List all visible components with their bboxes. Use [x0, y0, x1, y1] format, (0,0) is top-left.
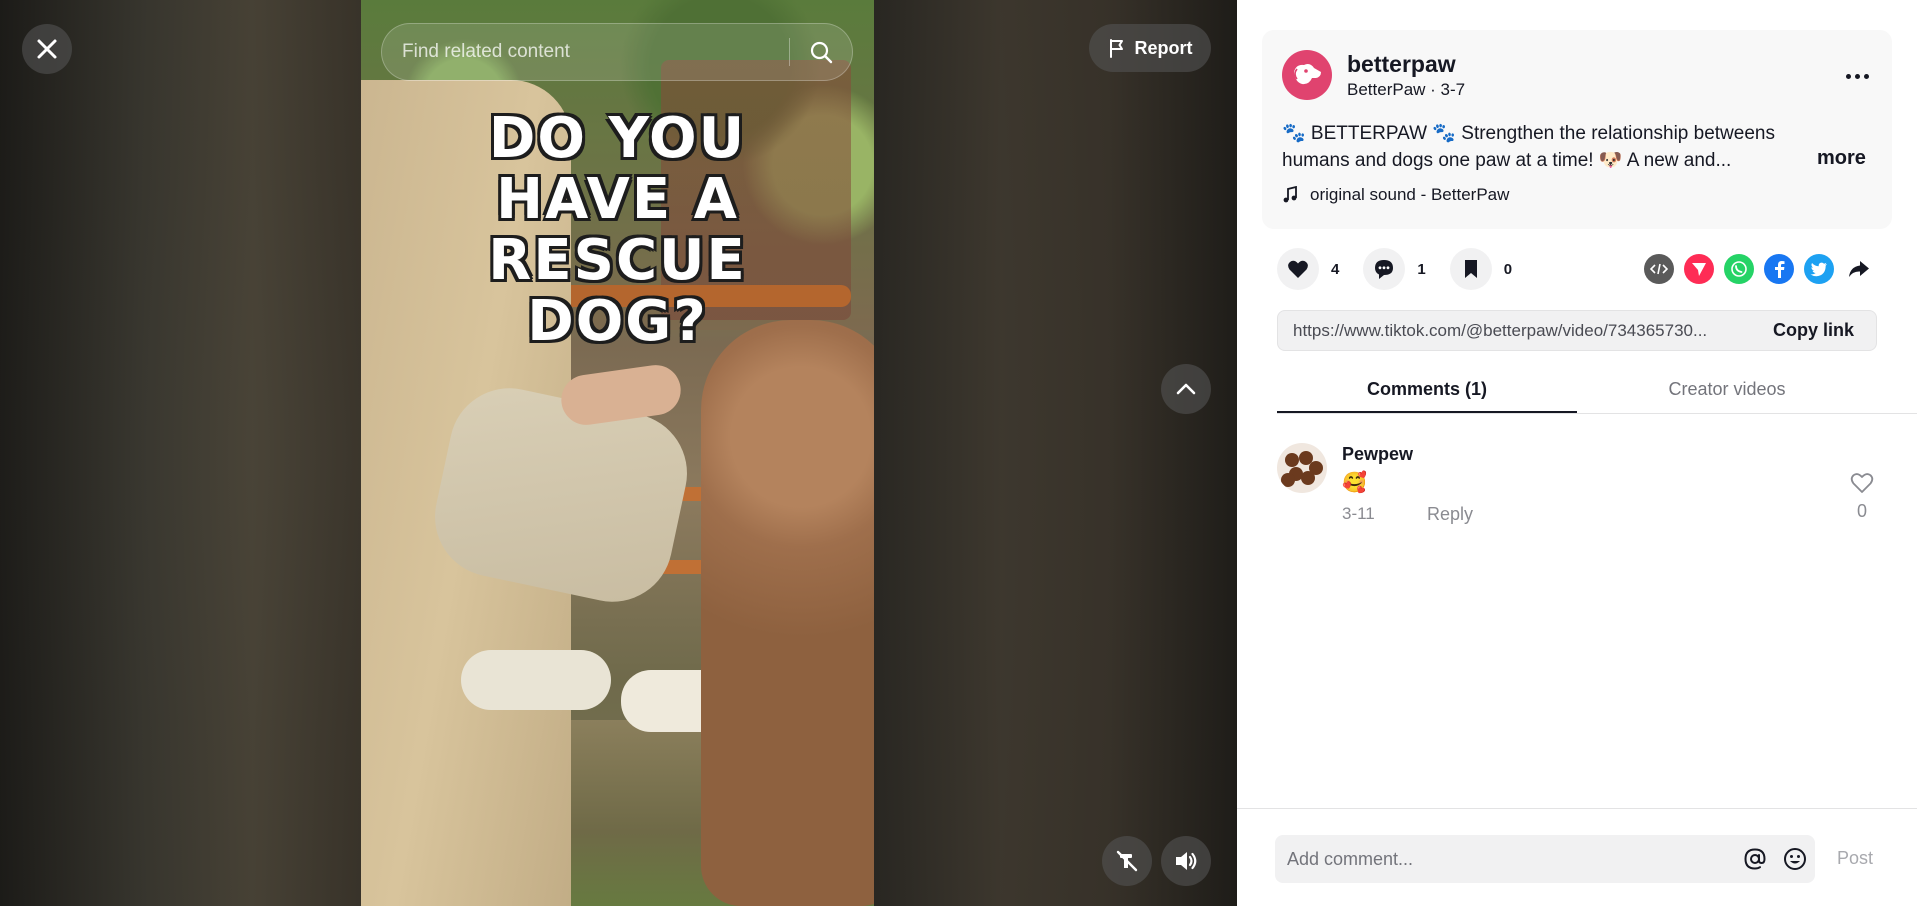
share-icons	[1644, 254, 1874, 284]
blurred-background-left	[0, 0, 361, 906]
details-panel: betterpaw BetterPaw · 3-7 🐾 BETTERPAW 🐾 …	[1237, 0, 1917, 906]
dot-icon	[1845, 73, 1851, 79]
video-player[interactable]: DO YOU HAVE A RESCUE DOG?	[361, 0, 874, 906]
dot-icon	[1854, 73, 1860, 79]
commenter-avatar[interactable]	[1277, 443, 1327, 493]
caption-line: RESCUE	[488, 228, 747, 293]
post-button[interactable]: Post	[1837, 848, 1873, 869]
tab-creator-videos[interactable]: Creator videos	[1577, 364, 1877, 413]
close-icon	[37, 39, 57, 59]
code-icon	[1650, 263, 1668, 275]
blurred-background-right	[874, 0, 1237, 906]
engagement-actions: 4 1 0	[1277, 248, 1536, 290]
search-button[interactable]	[790, 23, 852, 81]
like-icon-wrap	[1277, 248, 1319, 290]
comment-item: Pewpew 🥰 3-11 Reply 0	[1277, 440, 1877, 530]
sound-label: original sound - BetterPaw	[1310, 185, 1510, 204]
comment-count: 1	[1417, 260, 1426, 278]
paper-plane-icon	[1692, 263, 1706, 276]
forward-arrow-icon	[1849, 261, 1869, 277]
copy-link-button[interactable]: Copy link	[1751, 320, 1876, 341]
facebook-f-icon	[1775, 261, 1785, 278]
video-stage: DO YOU HAVE A RESCUE DOG? Find related c…	[0, 0, 1237, 906]
search-icon	[810, 41, 833, 64]
video-caption: DO YOU HAVE A RESCUE DOG?	[361, 108, 874, 352]
send-to-friends-icon[interactable]	[1684, 254, 1714, 284]
description-more-button[interactable]: more	[1817, 147, 1866, 170]
whatsapp-icon[interactable]	[1724, 254, 1754, 284]
comment-date: 3-11	[1342, 504, 1375, 523]
twitter-icon[interactable]	[1804, 254, 1834, 284]
panel-tabs: Comments (1) Creator videos	[1277, 364, 1917, 414]
more-options-button[interactable]	[1842, 66, 1872, 86]
floating-player-button[interactable]	[1102, 836, 1152, 886]
music-note-icon	[1283, 186, 1297, 203]
at-sign-icon	[1744, 848, 1766, 870]
previous-video-button[interactable]	[1161, 364, 1211, 414]
video-url: https://www.tiktok.com/@betterpaw/video/…	[1293, 320, 1708, 340]
close-button[interactable]	[22, 24, 72, 74]
whatsapp-glyph-icon	[1731, 261, 1747, 277]
heart-outline-icon	[1850, 473, 1874, 493]
video-shoe	[461, 650, 611, 710]
video-dog	[701, 320, 874, 906]
comment-like-count: 0	[1856, 501, 1867, 521]
save-button[interactable]: 0	[1449, 248, 1513, 290]
video-hand	[558, 361, 684, 429]
comment-input[interactable]: Add comment...	[1275, 835, 1815, 883]
emoji-button[interactable]	[1775, 847, 1815, 871]
caption-line: DOG?	[527, 289, 708, 354]
commenter-name[interactable]: Pewpew	[1342, 444, 1413, 465]
sound-link[interactable]: original sound - BetterPaw	[1282, 185, 1509, 205]
author-nickname-date: BetterPaw · 3-7	[1347, 80, 1466, 99]
comment-button[interactable]: 1	[1363, 248, 1426, 290]
embed-icon[interactable]	[1644, 254, 1674, 284]
author-info-card: betterpaw BetterPaw · 3-7 🐾 BETTERPAW 🐾 …	[1262, 30, 1892, 229]
volume-icon	[1176, 852, 1197, 870]
volume-button[interactable]	[1161, 836, 1211, 886]
tab-comments[interactable]: Comments (1)	[1277, 364, 1577, 413]
share-arrow-icon[interactable]	[1844, 254, 1874, 284]
comment-input-placeholder[interactable]: Add comment...	[1275, 849, 1735, 870]
smiley-icon	[1784, 848, 1806, 870]
caption-line: DO YOU	[488, 106, 747, 171]
reply-button[interactable]: Reply	[1427, 504, 1473, 525]
caption-line: HAVE A	[496, 167, 739, 232]
like-count: 4	[1331, 260, 1340, 278]
comment-composer: Add comment... Post	[1237, 808, 1917, 906]
dog-logo-icon	[1294, 64, 1321, 85]
comment-icon-wrap	[1363, 248, 1406, 290]
report-button[interactable]: Report	[1089, 24, 1211, 72]
dot-icon	[1863, 73, 1869, 79]
save-count: 0	[1503, 260, 1513, 278]
chevron-up-icon	[1176, 383, 1196, 395]
bookmark-icon	[1464, 260, 1477, 278]
report-label: Report	[1134, 37, 1193, 58]
comment-bubble-icon	[1375, 260, 1394, 279]
video-description: 🐾 BETTERPAW 🐾 Strengthen the relationshi…	[1282, 123, 1775, 171]
author-avatar[interactable]	[1282, 50, 1332, 100]
comment-text: 🥰	[1342, 472, 1367, 494]
flag-icon	[1109, 39, 1123, 58]
mention-button[interactable]	[1735, 847, 1775, 871]
floating-player-off-icon	[1116, 850, 1138, 872]
video-link-box: https://www.tiktok.com/@betterpaw/video/…	[1277, 310, 1877, 351]
like-button[interactable]: 4	[1277, 248, 1339, 290]
save-icon-wrap	[1449, 248, 1492, 290]
twitter-bird-icon	[1810, 262, 1827, 276]
comment-like-button[interactable]: 0	[1847, 472, 1877, 522]
heart-icon	[1288, 260, 1308, 278]
facebook-icon[interactable]	[1764, 254, 1794, 284]
author-username[interactable]: betterpaw	[1347, 51, 1456, 78]
search-input[interactable]: Find related content	[382, 41, 789, 63]
search-bar[interactable]: Find related content	[381, 23, 853, 81]
